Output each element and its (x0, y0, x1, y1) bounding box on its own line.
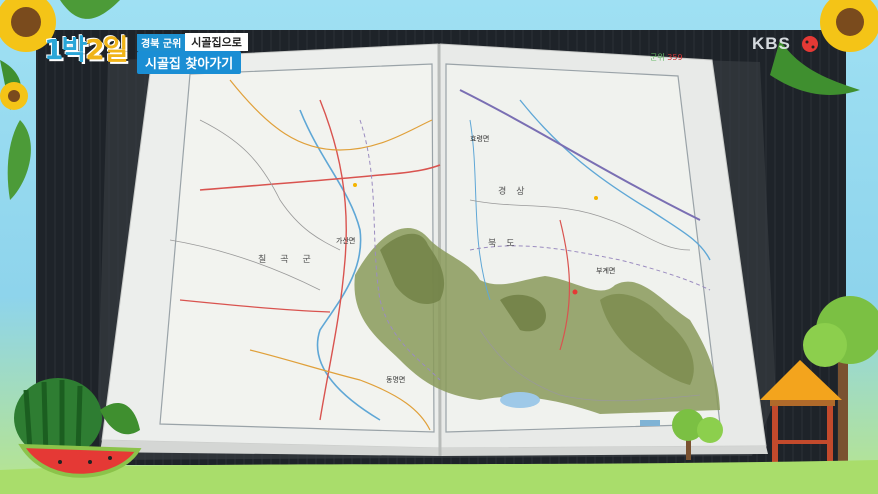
decorations (0, 0, 878, 494)
broadcast-frame: 칠곡군 북도 경상 동명면 가산면 부계면 효령면 군위 359 1박2일 경북… (0, 0, 878, 494)
caption-line1: 경북 군위 시골집으로 (137, 33, 248, 51)
logo-text: 1박 (44, 33, 87, 66)
tree-icon (672, 409, 723, 460)
sunflower-icon (820, 0, 878, 52)
caption-location-tag: 경북 군위 (137, 33, 186, 51)
pavilion-icon (760, 360, 842, 476)
sunflower-icon (0, 82, 28, 110)
show-logo: 1박2일 (44, 26, 136, 74)
logo-number: 2일 (85, 33, 128, 66)
caption-text: 시골집으로 (185, 33, 248, 51)
caption-line2: 시골집 찾아가기 (137, 51, 242, 74)
broadcaster-logo: KBS (752, 34, 791, 53)
ladybug-icon (802, 36, 818, 52)
